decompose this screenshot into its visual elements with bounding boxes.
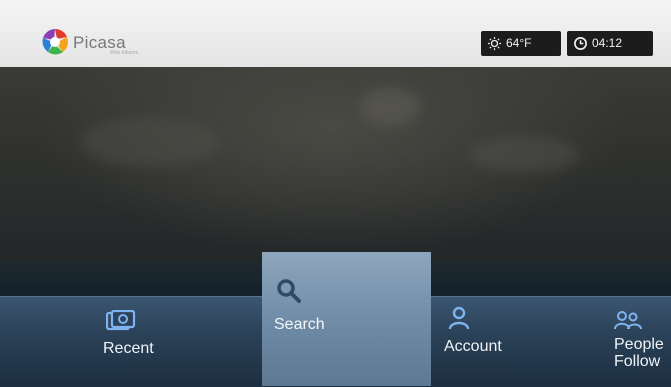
cloud-shape bbox=[360, 87, 420, 127]
menu-label-people-following: People Follow bbox=[614, 336, 664, 370]
time-text: 04:12 bbox=[592, 36, 623, 50]
weather-icon bbox=[487, 36, 502, 51]
menu-item-people-following[interactable]: People Follow bbox=[612, 296, 671, 386]
weather-badge: 64°F bbox=[481, 31, 561, 56]
clock-badge: 04:12 bbox=[567, 31, 653, 56]
top-header: Picasa Web Albums 64°F 04:12 bbox=[0, 0, 671, 68]
app-subtitle: Web Albums bbox=[110, 50, 138, 56]
people-icon bbox=[614, 311, 642, 330]
temperature-text: 64°F bbox=[506, 36, 532, 50]
menu-item-search[interactable]: Search bbox=[262, 252, 431, 386]
menu-label-account: Account bbox=[444, 338, 502, 355]
cloud-shape bbox=[80, 117, 220, 167]
picasa-logo-icon bbox=[42, 29, 68, 55]
cloud-shape bbox=[470, 137, 580, 172]
search-icon bbox=[277, 279, 301, 303]
menu-item-recent[interactable]: Recent bbox=[100, 296, 220, 386]
menu-label-search: Search bbox=[274, 316, 325, 333]
menu-item-account[interactable]: Account bbox=[441, 296, 551, 386]
photos-icon bbox=[106, 310, 136, 331]
clock-icon bbox=[574, 37, 587, 50]
person-icon bbox=[448, 306, 470, 330]
menu-label-recent: Recent bbox=[103, 340, 154, 357]
